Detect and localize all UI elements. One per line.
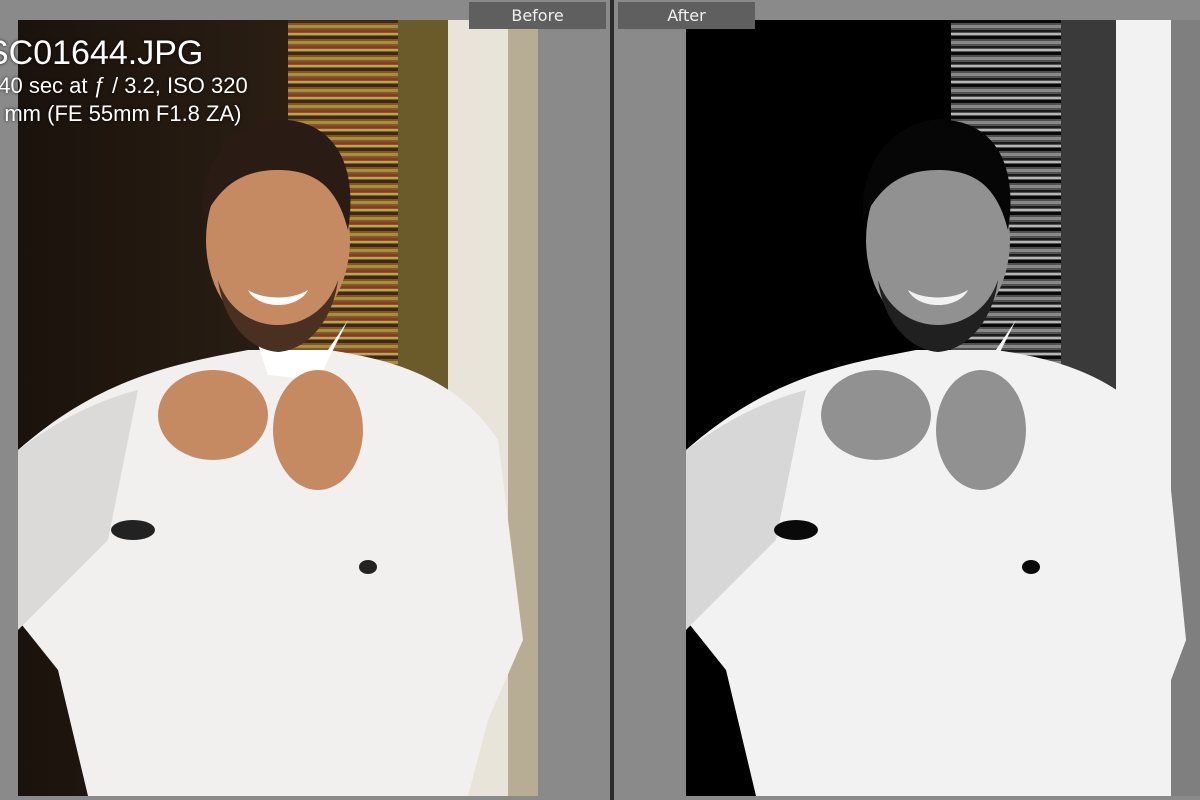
before-label: Before bbox=[469, 2, 606, 29]
photo-filename: SC01644.JPG bbox=[0, 34, 204, 72]
photo-lens: 5 mm (FE 55mm F1.8 ZA) bbox=[0, 101, 242, 126]
before-photo[interactable] bbox=[18, 20, 538, 796]
photo-info-overlay: SC01644.JPG 640 sec at ƒ / 3.2, ISO 320 … bbox=[0, 34, 248, 128]
after-photo[interactable] bbox=[686, 20, 1200, 796]
before-photo-image bbox=[18, 20, 538, 796]
after-photo-image bbox=[686, 20, 1200, 796]
photo-exposure: 640 sec at ƒ / 3.2, ISO 320 bbox=[0, 73, 248, 98]
after-pane[interactable]: After bbox=[614, 0, 1200, 800]
before-pane[interactable]: SC01644.JPG 640 sec at ƒ / 3.2, ISO 320 … bbox=[0, 0, 610, 800]
after-label: After bbox=[618, 2, 755, 29]
